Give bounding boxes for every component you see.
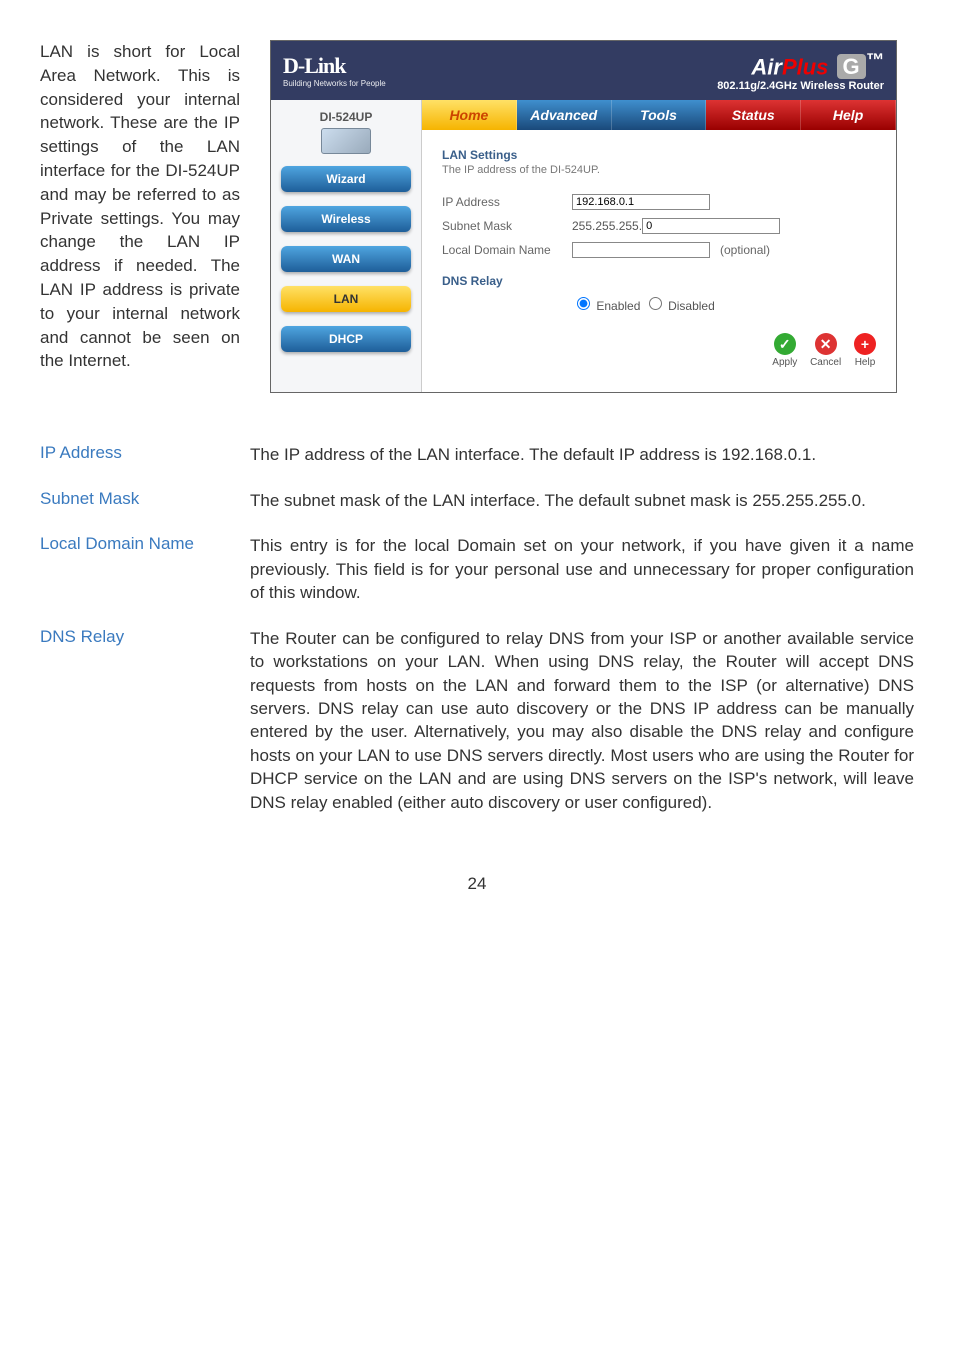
lan-settings-panel: LAN Settings The IP address of the DI-52…	[422, 130, 896, 392]
nav-wizard[interactable]: Wizard	[281, 166, 411, 192]
intro-paragraph: LAN is short for Local Area Network. Thi…	[40, 40, 240, 373]
tab-help[interactable]: Help	[801, 100, 896, 130]
def-term-dns-relay: DNS Relay	[40, 627, 250, 815]
def-body-dns-relay: The Router can be configured to relay DN…	[250, 627, 914, 815]
airplus-plus: Plus	[782, 54, 828, 79]
local-domain-label: Local Domain Name	[442, 243, 572, 257]
subnet-mask-prefix: 255.255.255.	[572, 219, 642, 233]
cancel-button[interactable]: Cancel	[810, 333, 841, 368]
apply-button[interactable]: Apply	[772, 333, 797, 368]
router-header: D-Link Building Networks for People AirP…	[271, 41, 896, 100]
dns-disabled-option[interactable]: Disabled	[644, 294, 715, 313]
airplus-logo: AirPlus G™	[717, 49, 884, 80]
dns-disabled-label: Disabled	[668, 299, 715, 313]
local-domain-input[interactable]	[572, 242, 710, 258]
def-body-ip-address: The IP address of the LAN interface. The…	[250, 443, 914, 466]
dns-disabled-radio[interactable]	[649, 297, 662, 310]
router-admin-screenshot: D-Link Building Networks for People AirP…	[270, 40, 897, 393]
router-sidebar: DI-524UP Wizard Wireless WAN LAN DHCP	[271, 100, 422, 392]
dns-enabled-option[interactable]: Enabled	[572, 294, 640, 313]
airplus-subtitle: 802.11g/2.4GHz Wireless Router	[717, 80, 884, 92]
help-label: Help	[855, 357, 876, 368]
subnet-mask-label: Subnet Mask	[442, 219, 572, 233]
def-term-local-domain: Local Domain Name	[40, 534, 250, 604]
nav-wireless[interactable]: Wireless	[281, 206, 411, 232]
close-icon	[815, 333, 837, 355]
cancel-label: Cancel	[810, 357, 841, 368]
airplus-air: Air	[751, 54, 782, 79]
local-domain-hint: (optional)	[720, 243, 770, 257]
nav-dhcp[interactable]: DHCP	[281, 326, 411, 352]
dns-enabled-radio[interactable]	[577, 297, 590, 310]
tab-advanced[interactable]: Advanced	[517, 100, 612, 130]
router-icon	[321, 128, 371, 154]
dlink-logo: D-Link	[283, 53, 386, 79]
airplus-g: G	[837, 54, 866, 79]
nav-lan[interactable]: LAN	[281, 286, 411, 312]
panel-heading: LAN Settings	[442, 148, 876, 162]
ip-address-input[interactable]	[572, 194, 710, 210]
trademark: ™	[866, 49, 884, 70]
tab-status[interactable]: Status	[706, 100, 801, 130]
apply-label: Apply	[772, 357, 797, 368]
help-button[interactable]: Help	[854, 333, 876, 368]
plus-icon	[854, 333, 876, 355]
nav-wan[interactable]: WAN	[281, 246, 411, 272]
def-body-subnet-mask: The subnet mask of the LAN interface. Th…	[250, 489, 914, 512]
check-icon	[774, 333, 796, 355]
panel-subtitle: The IP address of the DI-524UP.	[442, 164, 876, 176]
dns-relay-heading: DNS Relay	[442, 274, 876, 288]
tab-home[interactable]: Home	[422, 100, 517, 130]
def-term-ip-address: IP Address	[40, 443, 250, 466]
page-number: 24	[40, 874, 914, 894]
tab-bar: Home Advanced Tools Status Help	[422, 100, 896, 130]
subnet-mask-octet-input[interactable]	[642, 218, 780, 234]
definitions-list: IP Address The IP address of the LAN int…	[40, 443, 914, 814]
model-label: DI-524UP	[281, 110, 411, 124]
def-body-local-domain: This entry is for the local Domain set o…	[250, 534, 914, 604]
dlink-brand: D-Link Building Networks for People	[283, 53, 386, 88]
airplus-brand: AirPlus G™ 802.11g/2.4GHz Wireless Route…	[717, 49, 884, 92]
def-term-subnet-mask: Subnet Mask	[40, 489, 250, 512]
ip-address-label: IP Address	[442, 195, 572, 209]
tab-tools[interactable]: Tools	[612, 100, 707, 130]
dns-enabled-label: Enabled	[596, 299, 640, 313]
dlink-tagline: Building Networks for People	[283, 79, 386, 88]
